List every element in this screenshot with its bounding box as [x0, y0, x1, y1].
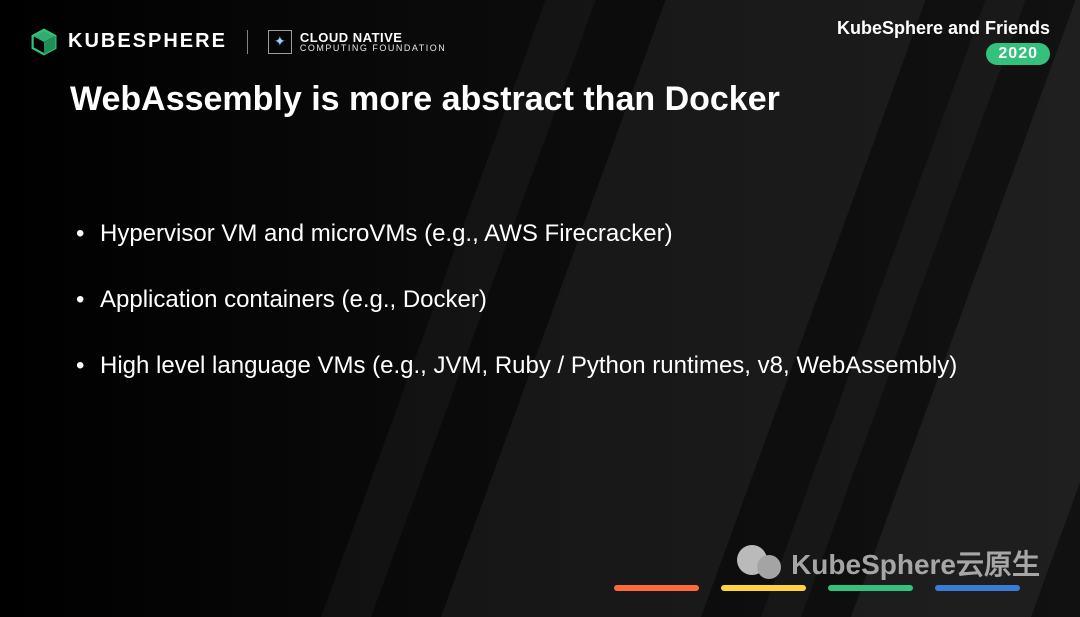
watermark-text: KubeSphere云原生	[791, 543, 1040, 583]
event-title: KubeSphere and Friends	[837, 18, 1050, 39]
cncf-subtitle: COMPUTING FOUNDATION	[300, 44, 446, 53]
bullet-list: Hypervisor VM and microVMs (e.g., AWS Fi…	[70, 220, 1020, 418]
slide: KUBESPHERE ✦ CLOUD NATIVE COMPUTING FOUN…	[0, 0, 1080, 617]
cncf-icon: ✦	[268, 30, 292, 54]
header-right: KubeSphere and Friends 2020	[837, 18, 1050, 65]
list-item: Hypervisor VM and microVMs (e.g., AWS Fi…	[70, 220, 1020, 248]
slide-title: WebAssembly is more abstract than Docker	[70, 80, 780, 119]
list-item: Application containers (e.g., Docker)	[70, 286, 1020, 314]
cncf-logo: ✦ CLOUD NATIVE COMPUTING FOUNDATION	[268, 30, 446, 54]
header: KUBESPHERE ✦ CLOUD NATIVE COMPUTING FOUN…	[30, 18, 1050, 65]
accent-bar	[614, 585, 699, 591]
brand-label: KUBESPHERE	[68, 30, 227, 53]
header-divider	[247, 30, 248, 54]
list-item: High level language VMs (e.g., JVM, Ruby…	[70, 352, 1020, 380]
kubesphere-logo-icon	[30, 28, 58, 56]
cncf-title: CLOUD NATIVE	[300, 31, 446, 44]
wechat-icon	[735, 539, 783, 587]
watermark: KubeSphere云原生	[735, 539, 1040, 587]
cncf-text: CLOUD NATIVE COMPUTING FOUNDATION	[300, 31, 446, 53]
event-year-badge: 2020	[986, 43, 1050, 65]
